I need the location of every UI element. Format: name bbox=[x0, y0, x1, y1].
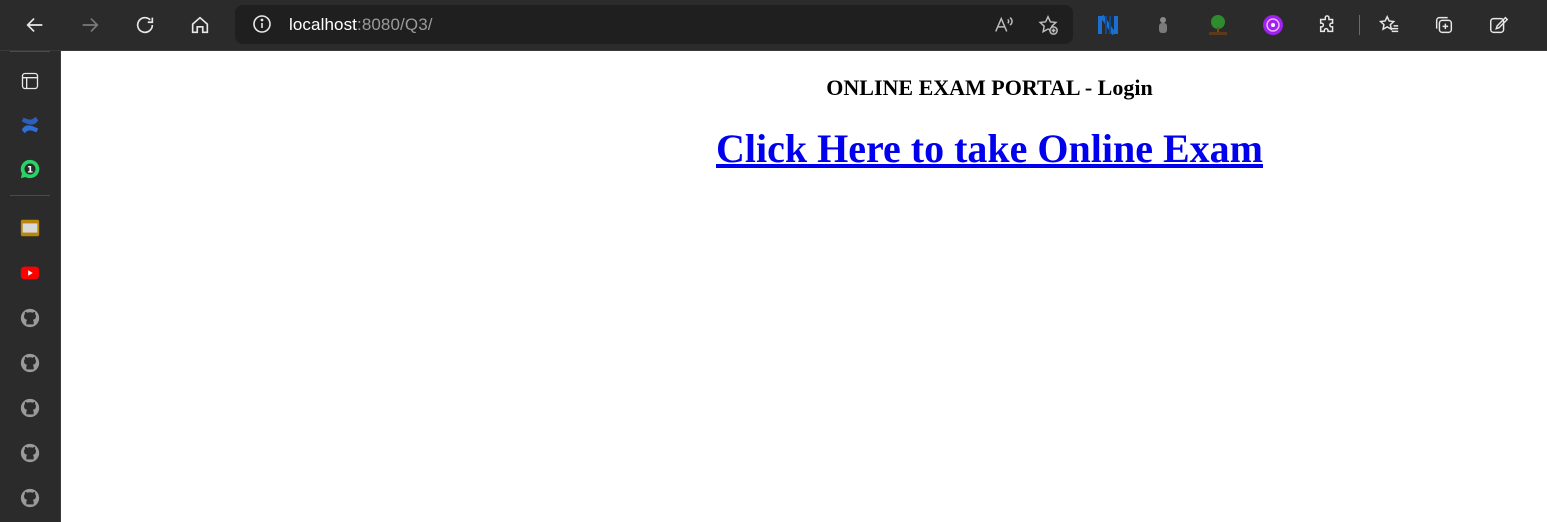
page-heading: ONLINE EXAM PORTAL - Login bbox=[826, 75, 1153, 100]
url-path: :8080/Q3/ bbox=[357, 15, 433, 34]
purple-extension-icon[interactable] bbox=[1260, 12, 1286, 38]
collections-icon[interactable] bbox=[1431, 12, 1457, 38]
address-bar[interactable]: localhost:8080/Q3/ bbox=[235, 5, 1073, 44]
add-favorite-icon[interactable] bbox=[1036, 13, 1060, 37]
youtube-icon[interactable] bbox=[18, 261, 42, 285]
nordpass-extension-icon[interactable] bbox=[1095, 12, 1121, 38]
toolbar-separator bbox=[1359, 15, 1360, 35]
folder-icon[interactable] bbox=[18, 216, 42, 240]
confluence-icon[interactable] bbox=[18, 113, 42, 137]
browser-toolbar: localhost:8080/Q3/ bbox=[0, 0, 1547, 51]
github-icon[interactable] bbox=[18, 306, 42, 330]
tree-extension-icon[interactable] bbox=[1205, 12, 1231, 38]
sidebar-top-divider bbox=[10, 51, 50, 52]
tab-actions-icon[interactable] bbox=[18, 69, 42, 93]
read-aloud-icon[interactable] bbox=[992, 13, 1016, 37]
forward-arrow-icon[interactable] bbox=[75, 10, 105, 40]
extensions-puzzle-icon[interactable] bbox=[1315, 12, 1341, 38]
github-icon[interactable] bbox=[18, 351, 42, 375]
url-host: localhost bbox=[289, 15, 357, 34]
back-arrow-icon[interactable] bbox=[20, 10, 50, 40]
refresh-icon[interactable] bbox=[130, 10, 160, 40]
site-info-icon[interactable] bbox=[252, 14, 272, 34]
github-icon[interactable] bbox=[18, 441, 42, 465]
whatsapp-badge: 1 bbox=[27, 165, 33, 176]
github-icon[interactable] bbox=[18, 396, 42, 420]
page-content: ONLINE EXAM PORTAL - Login Click Here to… bbox=[61, 51, 1547, 522]
whatsapp-icon[interactable]: 1 bbox=[18, 157, 42, 181]
edit-profile-icon[interactable] bbox=[1486, 12, 1512, 38]
sidebar-divider bbox=[10, 195, 50, 196]
github-icon[interactable] bbox=[18, 486, 42, 510]
url-text[interactable]: localhost:8080/Q3/ bbox=[289, 14, 433, 35]
home-icon[interactable] bbox=[185, 10, 215, 40]
favorites-icon[interactable] bbox=[1376, 12, 1402, 38]
take-exam-link[interactable]: Click Here to take Online Exam bbox=[716, 126, 1263, 171]
exam-link-heading: Click Here to take Online Exam bbox=[61, 125, 1547, 172]
person-extension-icon[interactable] bbox=[1150, 12, 1176, 38]
browser-sidebar: 1 bbox=[0, 51, 61, 522]
